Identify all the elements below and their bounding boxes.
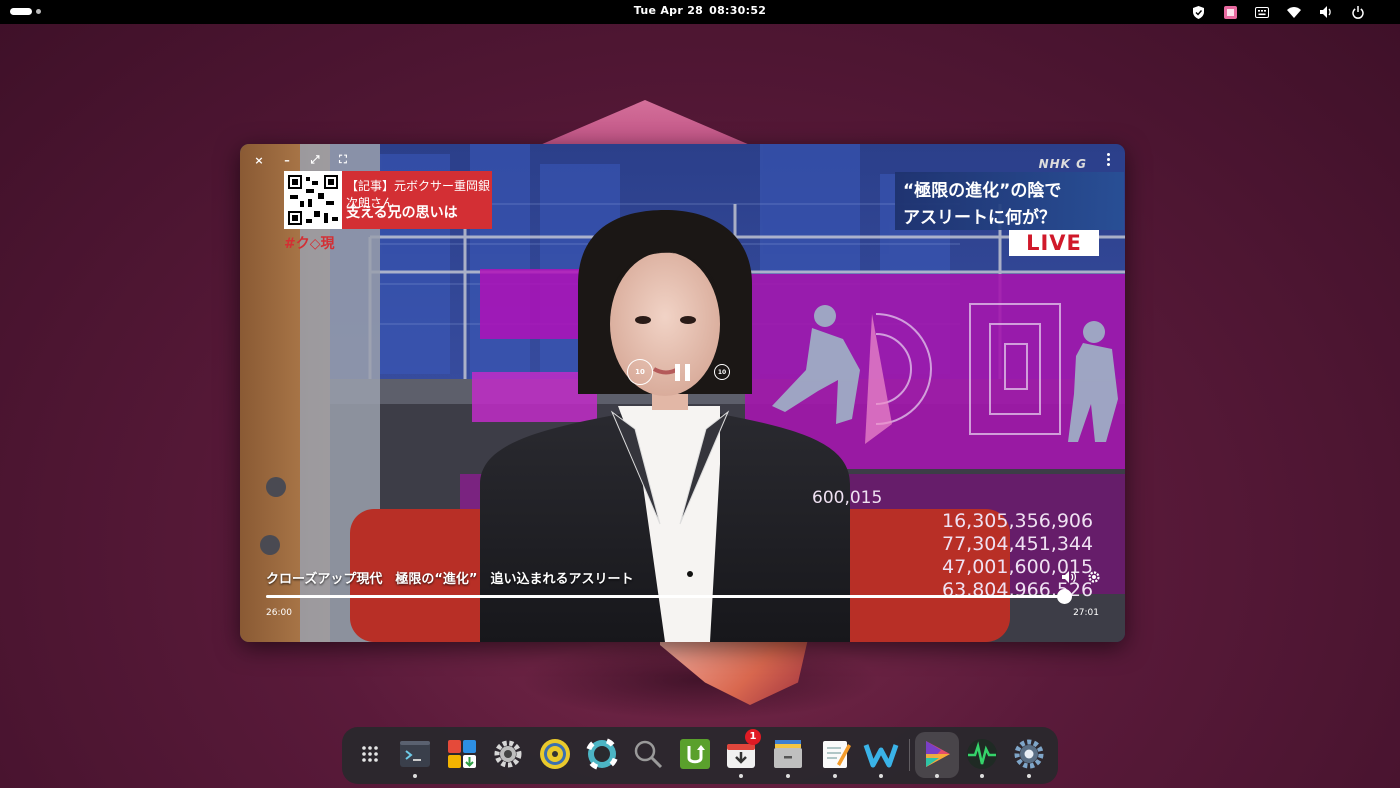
dock-webapp[interactable]: [863, 736, 899, 778]
update-icon: [680, 739, 710, 769]
seek-bar-progress: [266, 595, 1065, 598]
clock-date: Tue Apr 28: [633, 4, 704, 17]
running-indicator: [879, 774, 883, 778]
pause-icon: [684, 363, 690, 381]
forward-10-button[interactable]: 10: [714, 364, 730, 380]
topic-line-2: アスリートに何が？: [903, 208, 1056, 228]
stat-line: 16,305,356,906: [942, 510, 1094, 532]
notification-badge: 1: [745, 729, 761, 745]
running-indicator: [413, 774, 417, 778]
news-ticker-box: 【記事】元ボクサー重岡銀次朗さん 支える兄の思いは: [284, 171, 492, 229]
w-logo-icon: [863, 744, 899, 768]
dock-app-grid[interactable]: [352, 736, 388, 772]
topic-banner: “極限の進化”の陰で アスリートに何が？: [895, 172, 1124, 230]
notepad-icon: [823, 741, 851, 768]
volume-icon[interactable]: [1310, 4, 1342, 20]
dock-settings-2[interactable]: [1011, 736, 1047, 778]
music-icon: [540, 739, 570, 769]
lifebuoy-icon: [585, 737, 619, 771]
more-options-icon[interactable]: [1101, 153, 1115, 169]
dock-music-player[interactable]: [537, 736, 573, 772]
shield-icon[interactable]: [1182, 4, 1214, 20]
elapsed-time: 26:00: [266, 608, 292, 618]
terminal-icon: [400, 741, 430, 767]
dock-search[interactable]: [630, 736, 666, 772]
pause-icon: [674, 363, 680, 381]
cog-icon: [1014, 739, 1044, 769]
dock-text-editor[interactable]: [817, 736, 853, 778]
magnifier-icon: [634, 740, 663, 769]
running-indicator: [980, 774, 984, 778]
total-time: 27:01: [1073, 608, 1099, 618]
power-icon[interactable]: [1342, 4, 1374, 20]
drawer-icon: [774, 740, 802, 768]
restore-button[interactable]: ⤢: [306, 153, 324, 167]
close-button[interactable]: ×: [250, 153, 268, 167]
topic-line-1: “極限の進化”の陰で: [903, 181, 1062, 201]
dock-video-player[interactable]: [919, 736, 955, 778]
window-controls: × – ⤢ ⛶: [250, 153, 352, 167]
dock-file-manager[interactable]: [770, 736, 806, 778]
fullscreen-button[interactable]: ⛶: [334, 153, 352, 167]
gear-icon: [494, 740, 522, 768]
dock-updater[interactable]: [677, 736, 713, 772]
background-statistics: 600,015 16,305,356,906 77,304,451,344 47…: [812, 488, 1094, 602]
stat-line: 77,304,451,344: [942, 533, 1094, 555]
keyboard-icon[interactable]: [1246, 4, 1278, 20]
store-icon: [448, 740, 476, 768]
video-title: クローズアップ現代 極限の“進化” 追い込まれるアスリート: [266, 572, 634, 587]
qr-code-icon: [284, 171, 342, 229]
dock-settings[interactable]: [490, 736, 526, 772]
play-logo-icon: [926, 741, 950, 767]
running-indicator: [1027, 774, 1031, 778]
live-badge: LIVE: [1009, 230, 1099, 256]
channel-logo: NHK G: [1038, 157, 1087, 171]
stat-top: 600,015: [812, 488, 883, 508]
dock: 1: [342, 727, 1058, 784]
rewind-10-button[interactable]: 10: [627, 359, 653, 385]
clock-time: 08:30:52: [709, 4, 767, 17]
dock-separator: [909, 739, 910, 771]
dock-system-monitor[interactable]: [964, 736, 1000, 778]
program-hashtag: #ク◇現: [284, 236, 335, 252]
news-title: 支える兄の思いは: [346, 205, 458, 221]
dock-help[interactable]: [584, 736, 620, 772]
wifi-icon[interactable]: [1278, 4, 1310, 20]
pause-button[interactable]: [669, 359, 695, 385]
news-headline-banner: 【記事】元ボクサー重岡銀次朗さん 支える兄の思いは: [342, 171, 492, 229]
dock-terminal[interactable]: [397, 736, 433, 778]
running-indicator: [786, 774, 790, 778]
running-indicator: [739, 774, 743, 778]
settings-icon[interactable]: [1087, 569, 1101, 583]
running-indicator: [833, 774, 837, 778]
volume-icon[interactable]: [1062, 569, 1078, 583]
dock-downloads[interactable]: 1: [723, 729, 761, 778]
running-indicator: [935, 774, 939, 778]
minimize-button[interactable]: –: [278, 153, 296, 167]
dock-software-store[interactable]: [444, 736, 480, 772]
top-bar: Tue Apr 28 08:30:52: [0, 0, 1400, 24]
app-grid-icon: [362, 746, 378, 762]
system-tray[interactable]: [1182, 4, 1374, 20]
app-indicator-icon[interactable]: [1214, 4, 1246, 20]
pulse-icon: [967, 739, 997, 769]
video-player-window[interactable]: × – ⤢ ⛶ 【記事】元ボクサー重岡銀次朗さん 支える兄の思いは #ク◇現 N…: [240, 144, 1125, 642]
seek-bar[interactable]: [266, 595, 1066, 598]
